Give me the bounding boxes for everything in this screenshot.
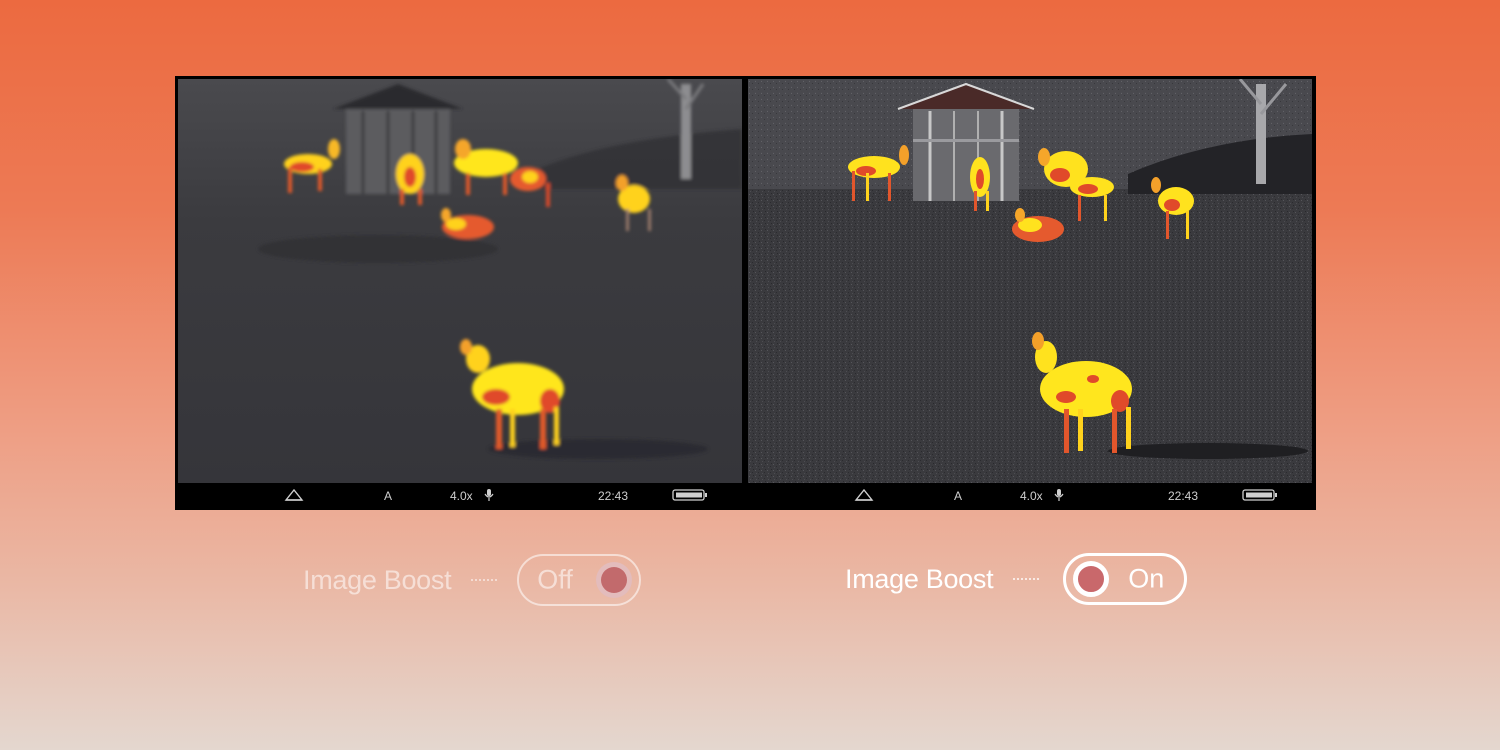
image-boost-label: Image Boost	[845, 563, 994, 594]
image-boost-off-row: Image Boost Off	[303, 552, 642, 608]
microphone-icon	[1054, 488, 1064, 506]
thermal-scene-left	[178, 79, 742, 483]
image-boost-label: Image Boost	[303, 564, 452, 595]
battery-icon	[672, 489, 708, 505]
toggle-knob	[1073, 561, 1110, 597]
dotted-leader	[1013, 578, 1040, 580]
mode-indicator: A	[384, 489, 393, 503]
mountain-icon	[284, 488, 304, 506]
image-boost-on-row: Image Boost On	[845, 551, 1188, 607]
zoom-level: 4.0x	[1020, 489, 1043, 503]
thermal-comparison-frame: A 4.0x 22:43 A 4.0x 22:43	[175, 76, 1316, 510]
microphone-icon	[484, 488, 494, 506]
toggle-state-text: On	[1128, 563, 1165, 594]
dotted-leader	[471, 579, 498, 581]
image-boost-toggle-on[interactable]: On	[1063, 553, 1188, 605]
toggle-knob	[596, 562, 633, 598]
clock-time: 22:43	[598, 489, 629, 503]
mountain-icon	[854, 488, 874, 506]
status-bar-right: A 4.0x 22:43	[748, 486, 1312, 507]
toggle-state-text: Off	[537, 564, 573, 595]
image-boost-toggle-off[interactable]: Off	[517, 554, 642, 606]
battery-icon	[1242, 489, 1278, 505]
zoom-level: 4.0x	[450, 489, 473, 503]
clock-time: 22:43	[1168, 489, 1199, 503]
mode-indicator: A	[954, 489, 963, 503]
thermal-scene-right	[748, 79, 1312, 483]
status-bar-left: A 4.0x 22:43	[178, 486, 742, 507]
thermal-view-boost-on	[748, 79, 1312, 483]
thermal-view-boost-off	[178, 79, 742, 483]
